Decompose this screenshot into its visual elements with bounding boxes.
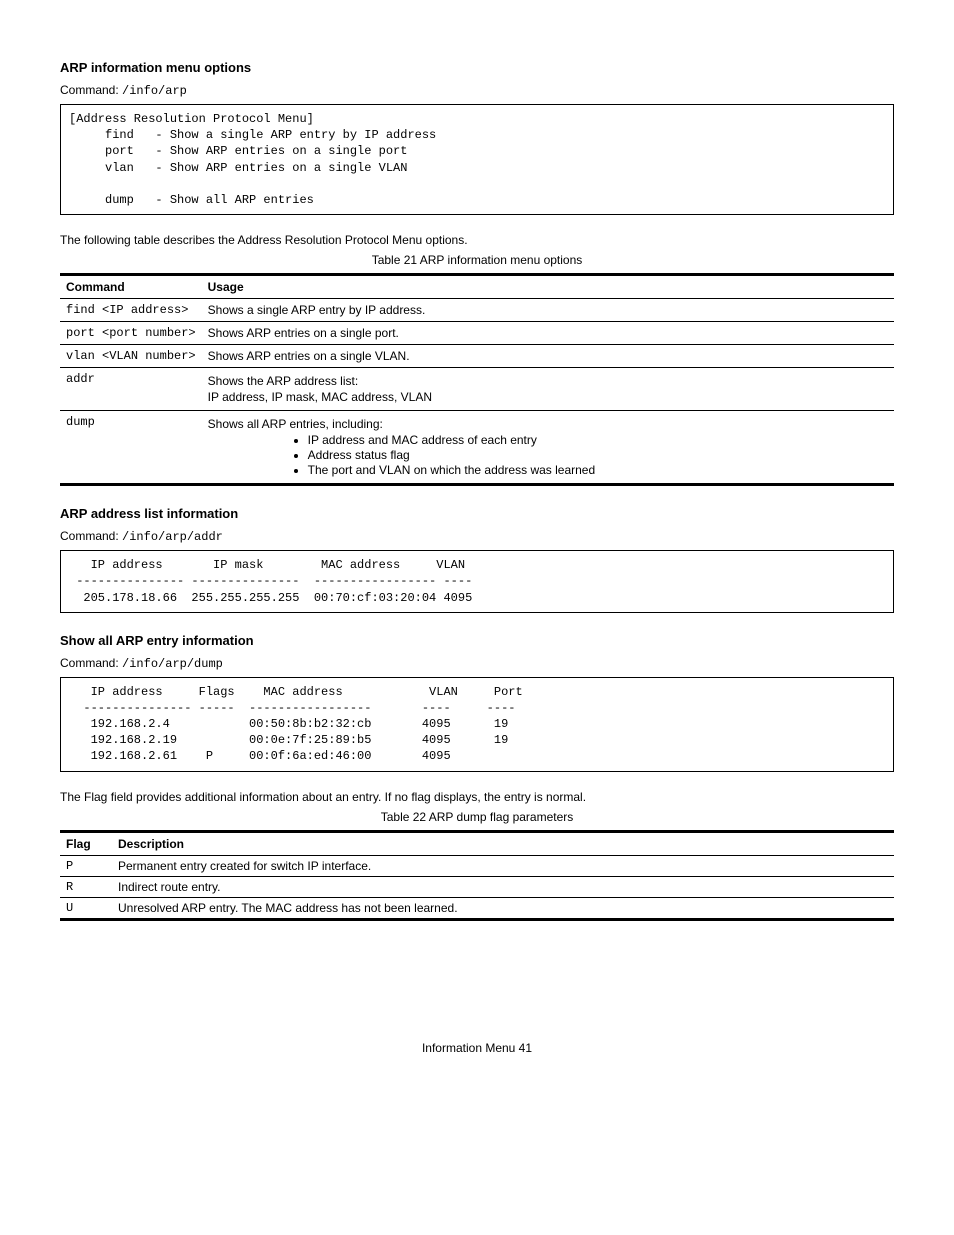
- flag-table: Flag Description P Permanent entry creat…: [60, 830, 894, 921]
- cmd-name: vlan: [66, 349, 95, 363]
- bullet-item: Address status flag: [308, 448, 888, 462]
- arp-addr-command-line: Command: /info/arp/addr: [60, 529, 894, 544]
- flag-table-caption: Table 22 ARP dump flag parameters: [60, 810, 894, 824]
- cmd-arg: <port number>: [102, 326, 196, 340]
- col-desc: Description: [112, 831, 894, 855]
- bullet-item: IP mask: [271, 390, 314, 404]
- arp-menu-heading: ARP information menu options: [60, 60, 894, 75]
- flag-desc: Unresolved ARP entry. The MAC address ha…: [112, 897, 894, 919]
- cmd-name: dump: [60, 411, 202, 485]
- command-path: /info/arp/addr: [122, 530, 223, 544]
- col-flag: Flag: [60, 831, 112, 855]
- cmd-name: port: [66, 326, 95, 340]
- arp-menu-command-line: Command: /info/arp: [60, 83, 894, 98]
- arp-addr-heading: ARP address list information: [60, 506, 894, 521]
- flag-row: R Indirect route entry.: [60, 876, 894, 897]
- table-row: dump Shows all ARP entries, including: I…: [60, 411, 894, 485]
- flag-code: U: [60, 897, 112, 919]
- bullet-item: VLAN: [401, 390, 432, 404]
- command-path: /info/arp: [122, 84, 187, 98]
- table-row: vlan <VLAN number> Shows ARP entries on …: [60, 345, 894, 368]
- table-row: port <port number> Shows ARP entries on …: [60, 322, 894, 345]
- arp-dump-heading: Show all ARP entry information: [60, 633, 894, 648]
- cmd-usage-line: Shows all ARP entries, including:: [208, 417, 888, 431]
- bullet-item: IP address and MAC address of each entry: [308, 433, 888, 447]
- flag-row: U Unresolved ARP entry. The MAC address …: [60, 897, 894, 919]
- flag-intro: The Flag field provides additional infor…: [60, 790, 894, 804]
- page-footer: Information Menu 41: [60, 1041, 894, 1055]
- table-row: addr Shows the ARP address list: IP addr…: [60, 368, 894, 411]
- col-command: Command: [60, 275, 202, 299]
- cmd-usage: Shows ARP entries on a single VLAN.: [202, 345, 894, 368]
- cmd-usage: Shows ARP entries on a single port.: [202, 322, 894, 345]
- arp-menu-table-caption: Table 21 ARP information menu options: [60, 253, 894, 267]
- command-label: Command:: [60, 529, 119, 543]
- table-row: find <IP address> Shows a single ARP ent…: [60, 299, 894, 322]
- bullet-item: IP address: [208, 390, 265, 404]
- flag-code: R: [60, 876, 112, 897]
- flag-desc: Indirect route entry.: [112, 876, 894, 897]
- cmd-arg: <IP address>: [102, 303, 188, 317]
- cmd-usage-line: Shows the ARP address list:: [208, 374, 888, 388]
- command-label: Command:: [60, 83, 119, 97]
- command-path: /info/arp/dump: [122, 657, 223, 671]
- cmd-arg: <VLAN number>: [102, 349, 196, 363]
- arp-menu-table-intro: The following table describes the Addres…: [60, 233, 894, 247]
- flag-code: P: [60, 855, 112, 876]
- bullet-item: The port and VLAN on which the address w…: [308, 463, 888, 477]
- arp-menu-code-block: [Address Resolution Protocol Menu] find …: [60, 104, 894, 215]
- flag-desc: Permanent entry created for switch IP in…: [112, 855, 894, 876]
- arp-menu-options-table: Command Usage find <IP address> Shows a …: [60, 273, 894, 486]
- col-usage: Usage: [202, 275, 894, 299]
- cmd-name: find: [66, 303, 95, 317]
- command-label: Command:: [60, 656, 119, 670]
- arp-dump-command-line: Command: /info/arp/dump: [60, 656, 894, 671]
- cmd-usage: Shows a single ARP entry by IP address.: [202, 299, 894, 322]
- arp-addr-code-block: IP address IP mask MAC address VLAN ----…: [60, 550, 894, 613]
- bullet-item: MAC address: [321, 390, 394, 404]
- flag-row: P Permanent entry created for switch IP …: [60, 855, 894, 876]
- cmd-name: addr: [60, 368, 202, 411]
- arp-dump-code-block: IP address Flags MAC address VLAN Port -…: [60, 677, 894, 772]
